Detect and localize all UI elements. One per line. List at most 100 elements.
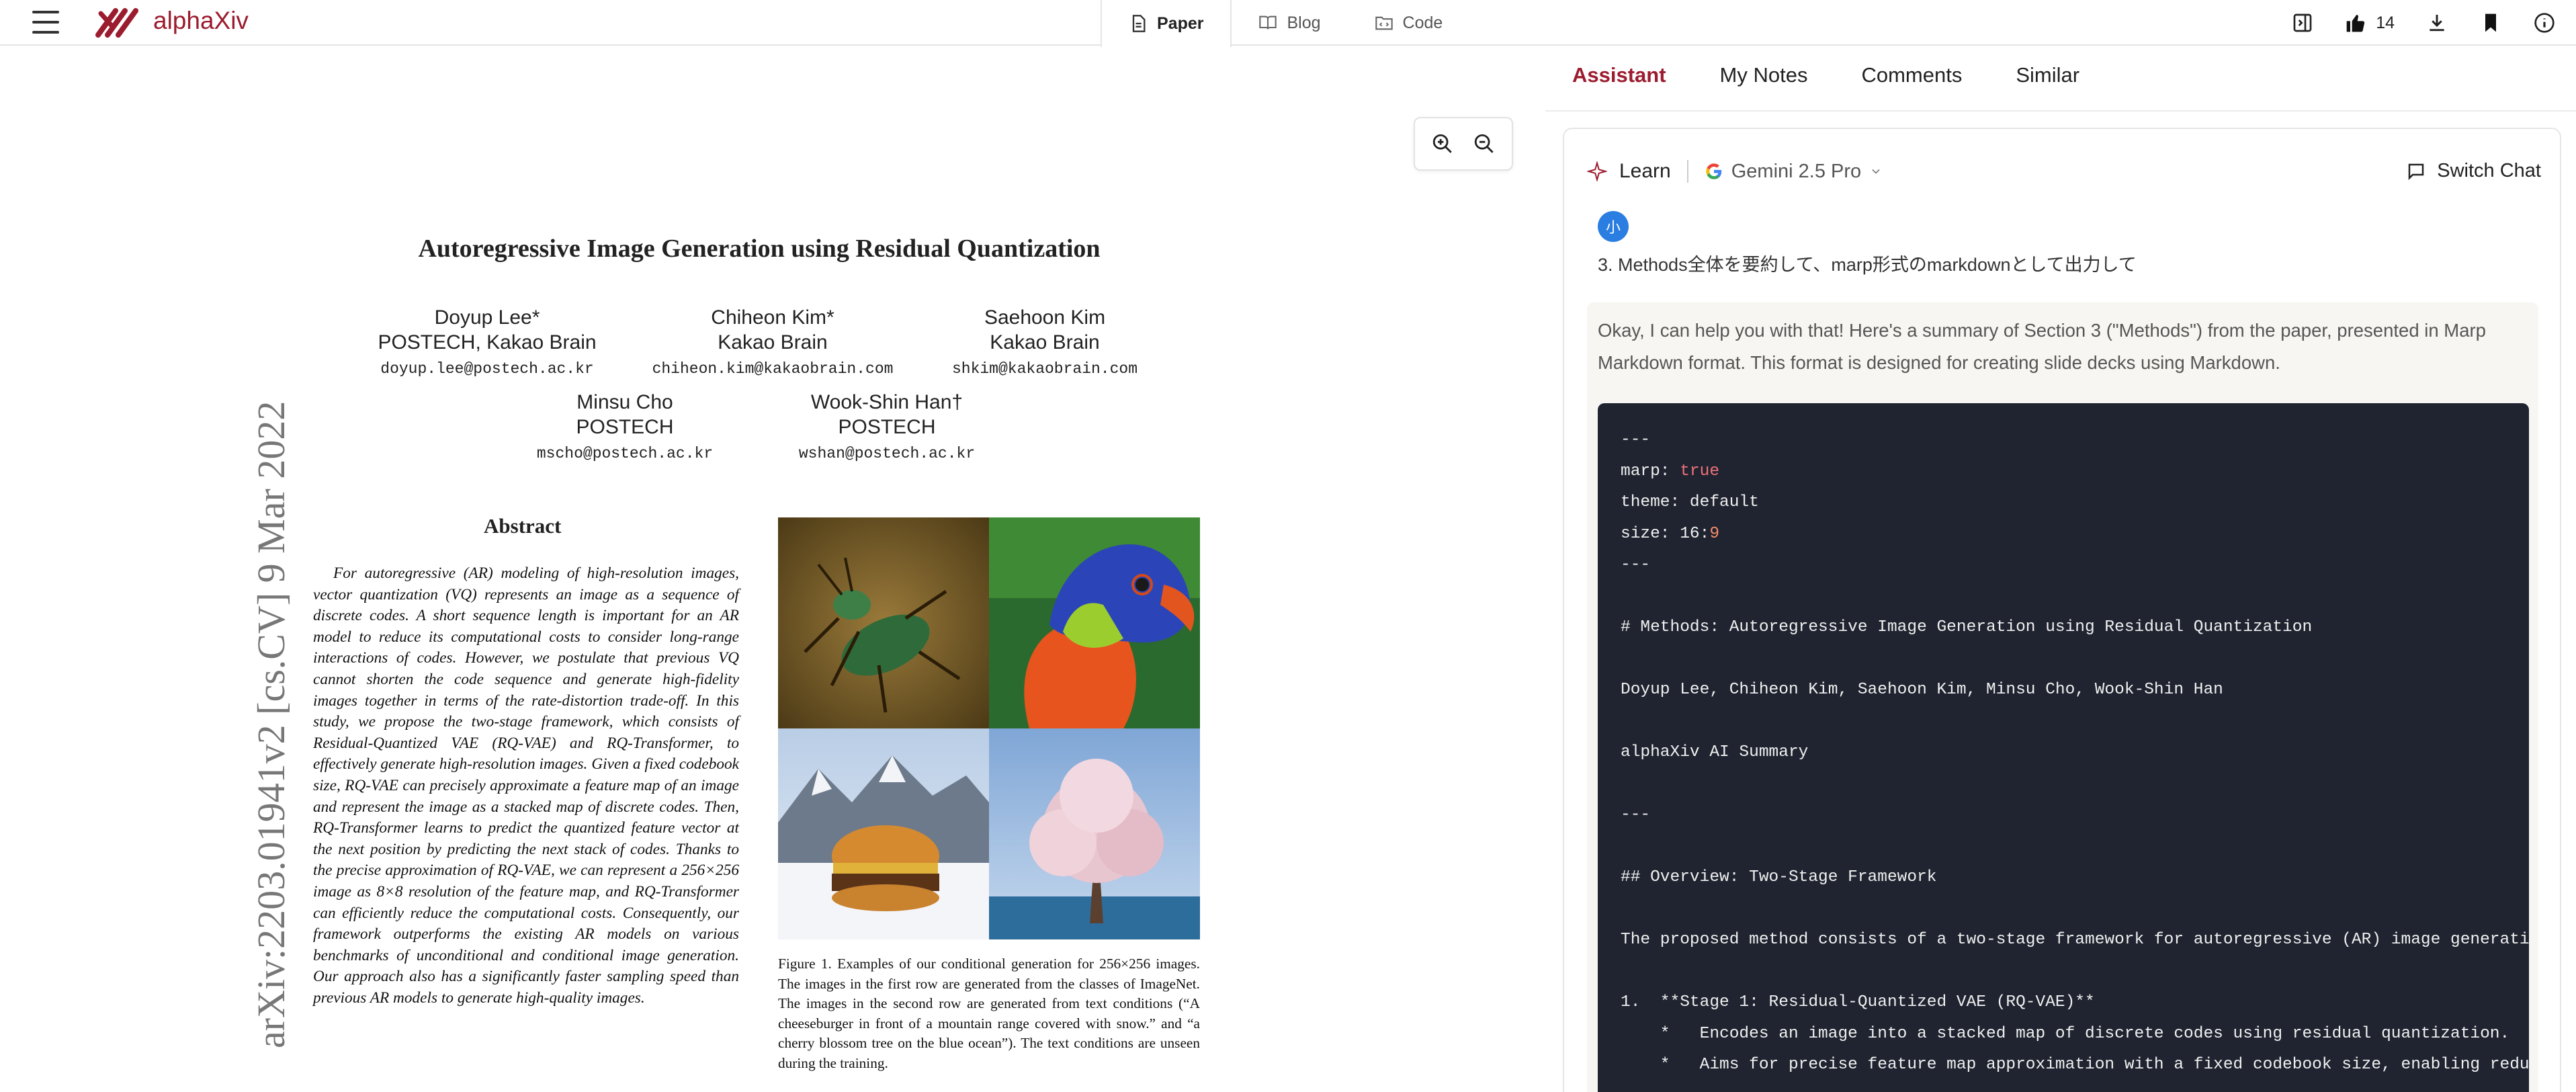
google-icon (1706, 163, 1721, 179)
code-line: Doyup Lee, Chiheon Kim, Saehoon Kim, Min… (1621, 681, 2223, 699)
author-block: Minsu Cho POSTECH mscho@postech.ac.kr (517, 390, 732, 468)
author-affiliation: POSTECH (576, 416, 674, 438)
avatar: 小 (1598, 211, 1629, 242)
book-icon (1259, 15, 1277, 30)
cheeseburger-image (778, 728, 989, 939)
author-name: Wook-Shin Han† (810, 391, 963, 413)
abstract-body: For autoregressive (AR) modeling of high… (313, 564, 739, 1007)
toolbar-right: 14 (2291, 0, 2556, 46)
author-name: Minsu Cho (576, 391, 673, 413)
code-content: --- marp: true theme: default size: 16:9 ---… (1621, 425, 2529, 1081)
author-block: Doyup Lee* POSTECH, Kakao Brain doyup.le… (363, 305, 611, 383)
tab-blog[interactable]: Blog (1232, 0, 1347, 46)
zoom-out-icon[interactable] (1473, 132, 1496, 155)
author-email: doyup.lee@postech.ac.kr (380, 360, 594, 378)
menu-icon[interactable] (32, 11, 59, 34)
download-icon[interactable] (2425, 11, 2448, 34)
author-affiliation: Kakao Brain (990, 331, 1100, 353)
top-bar: alphaXiv Paper Blog Code 14 (0, 0, 2576, 47)
sparkle-icon (1587, 161, 1607, 181)
author-affiliation: Kakao Brain (718, 331, 828, 353)
code-line: --- (1621, 556, 1651, 574)
thumbs-up-icon (2346, 15, 2365, 32)
chat-header: Learn Gemini 2.5 Pro (1587, 160, 1883, 183)
code-line: * Aims for precise feature map approxima… (1621, 1056, 2529, 1074)
chat-bubble-icon (2409, 163, 2424, 180)
tab-my-notes[interactable]: My Notes (1720, 63, 1808, 87)
assistant-message: Okay, I can help you with that! Here's a… (1587, 302, 2538, 1092)
cherry-blossom-image (989, 728, 1200, 939)
view-tabs: Paper Blog Code (1101, 0, 1470, 47)
paper-title: Autoregressive Image Generation using Re… (418, 235, 1101, 263)
author-affiliation: POSTECH, Kakao Brain (378, 331, 597, 353)
bookmark-icon[interactable] (2479, 11, 2502, 34)
separator (1686, 160, 1688, 183)
parrot-image (989, 517, 1200, 728)
code-line: theme: default (1621, 493, 1759, 511)
tab-comments[interactable]: Comments (1861, 63, 1962, 87)
author-name: Saehoon Kim (984, 306, 1106, 329)
figure-1-images (778, 517, 1200, 939)
divider (1545, 110, 2576, 112)
switch-chat-label: Switch Chat (2437, 160, 2541, 181)
assistant-intro-text: Okay, I can help you with that! Here's a… (1598, 320, 2486, 373)
abstract-heading: Abstract (484, 514, 562, 538)
tab-assistant[interactable]: Assistant (1572, 63, 1666, 87)
folder-code-icon (1375, 16, 1393, 30)
tab-label: Code (1402, 13, 1443, 32)
author-block: Chiheon Kim* Kakao Brain chiheon.kim@kak… (642, 305, 904, 383)
chevron-down-icon (1872, 169, 1880, 174)
author-name: Chiheon Kim* (711, 306, 834, 329)
model-label: Gemini 2.5 Pro (1731, 160, 1862, 182)
document-icon (1132, 15, 1146, 32)
author-block: Wook-Shin Han† POSTECH wshan@postech.ac.… (779, 390, 994, 468)
code-line: marp: true (1621, 462, 1720, 480)
app-name[interactable]: alphaXiv (153, 7, 249, 35)
switch-chat-button[interactable]: Switch Chat (2406, 160, 2541, 182)
author-block: Saehoon Kim Kakao Brain shkim@kakaobrain… (934, 305, 1156, 383)
arxiv-identifier: arXiv:2203.01941v2 [cs.CV] 9 Mar 2022 (249, 401, 293, 1048)
code-line: --- (1621, 806, 1651, 824)
assistant-chat: Learn Gemini 2.5 Pro Switch Chat 小 3. Me… (1563, 128, 2561, 1092)
code-line: --- (1621, 431, 1651, 449)
tab-label: Blog (1287, 13, 1321, 32)
alphaxiv-logo-icon[interactable] (95, 5, 138, 39)
tab-code[interactable]: Code (1348, 0, 1470, 46)
author-email: shkim@kakaobrain.com (951, 360, 1138, 378)
code-line: ## Overview: Two-Stage Framework (1621, 868, 1937, 886)
code-line: # Methods: Autoregressive Image Generati… (1621, 618, 2313, 636)
code-block: --- marp: true theme: default size: 16:9 ---… (1598, 403, 2529, 1092)
learn-mode-label[interactable]: Learn (1619, 160, 1671, 183)
tab-label: Paper (1157, 13, 1204, 33)
tab-paper[interactable]: Paper (1101, 0, 1232, 47)
panel-toggle-icon[interactable] (2291, 11, 2314, 34)
code-line: size: 16:9 (1621, 524, 1720, 543)
author-affiliation: POSTECH (838, 416, 936, 438)
author-email: mscho@postech.ac.kr (536, 445, 714, 462)
model-selector[interactable]: Gemini 2.5 Pro (1705, 161, 1883, 183)
code-line: alphaXiv AI Summary (1621, 743, 1809, 761)
author-email: chiheon.kim@kakaobrain.com (652, 360, 894, 378)
beetle-image (778, 517, 989, 728)
tab-similar[interactable]: Similar (2016, 63, 2079, 87)
side-panel-tabs: Assistant My Notes Comments Similar (1572, 63, 2079, 87)
zoom-controls (1414, 117, 1513, 171)
like-button[interactable]: 14 (2345, 12, 2395, 34)
code-line: 1. **Stage 1: Residual-Quantized VAE (RQ… (1621, 993, 2095, 1011)
author-email: wshan@postech.ac.kr (798, 445, 976, 462)
likes-count: 14 (2376, 13, 2395, 32)
info-icon[interactable] (2533, 11, 2556, 34)
figure-caption: Figure 1. Examples of our conditional ge… (778, 956, 1200, 1071)
author-name: Doyup Lee* (434, 306, 540, 329)
user-message: 3. Methods全体を要約して、marp形式のmarkdownとして出力して (1598, 255, 2137, 275)
pdf-viewer[interactable] (0, 47, 1545, 1092)
code-line: * Encodes an image into a stacked map of… (1621, 1024, 2510, 1043)
zoom-in-icon[interactable] (1431, 132, 1454, 155)
